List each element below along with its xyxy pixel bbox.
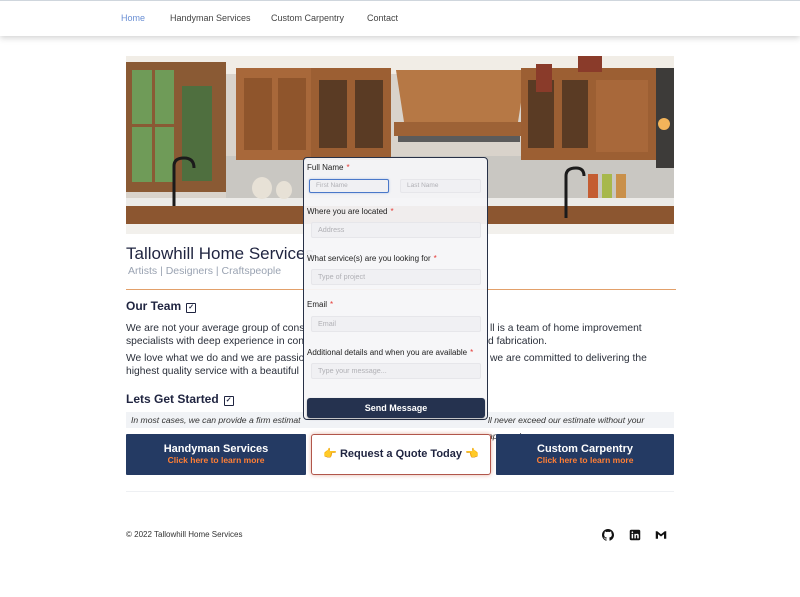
nav-contact[interactable]: Contact [367,13,398,23]
quote-form-modal: Full Name * First Name Last Name Where yo… [303,157,488,420]
handyman-services-card[interactable]: Handyman Services Click here to learn mo… [126,434,306,475]
github-icon[interactable] [602,529,614,541]
handyman-card-link[interactable]: Click here to learn more [126,455,306,465]
last-name-input[interactable]: Last Name [400,179,481,193]
nav-custom-carpentry[interactable]: Custom Carpentry [271,13,344,23]
footer-divider [126,491,674,492]
nav-handyman-services[interactable]: Handyman Services [170,13,251,23]
location-label: Where you are located * [307,207,394,216]
full-name-label: Full Name * [307,163,350,172]
send-message-button[interactable]: Send Message [307,398,485,418]
custom-carpentry-card[interactable]: Custom Carpentry Click here to learn mor… [496,434,674,475]
request-quote-button[interactable]: 👉 Request a Quote Today 👈 [311,434,491,475]
handyman-card-title: Handyman Services [163,443,269,455]
nav-home[interactable]: Home [121,13,145,23]
checkbox-icon: ✓ [223,396,234,406]
email-input[interactable]: Email [311,316,481,332]
tagline: Artists | Designers | Craftspeople [128,265,282,277]
top-nav: Home Handyman Services Custom Carpentry … [0,0,800,36]
gmail-icon[interactable] [655,529,667,541]
carpentry-card-link[interactable]: Click here to learn more [496,455,674,465]
email-label: Email * [307,300,334,309]
message-textarea[interactable]: Type your message... [311,363,481,379]
carpentry-card-title: Custom Carpentry [537,443,633,455]
checkbox-icon: ✓ [186,303,197,313]
our-team-heading: Our Team ✓ [126,299,197,313]
lets-get-started-heading: Lets Get Started ✓ [126,392,234,406]
linkedin-icon[interactable] [629,529,641,541]
services-label: What service(s) are you looking for * [307,254,437,263]
address-input[interactable]: Address [311,222,481,238]
first-name-input[interactable]: First Name [309,179,389,193]
copyright: © 2022 Tallowhill Home Services [126,530,243,539]
details-label: Additional details and when you are avai… [307,348,474,357]
page-title: Tallowhill Home Services [126,244,315,263]
project-type-input[interactable]: Type of project [311,269,481,285]
